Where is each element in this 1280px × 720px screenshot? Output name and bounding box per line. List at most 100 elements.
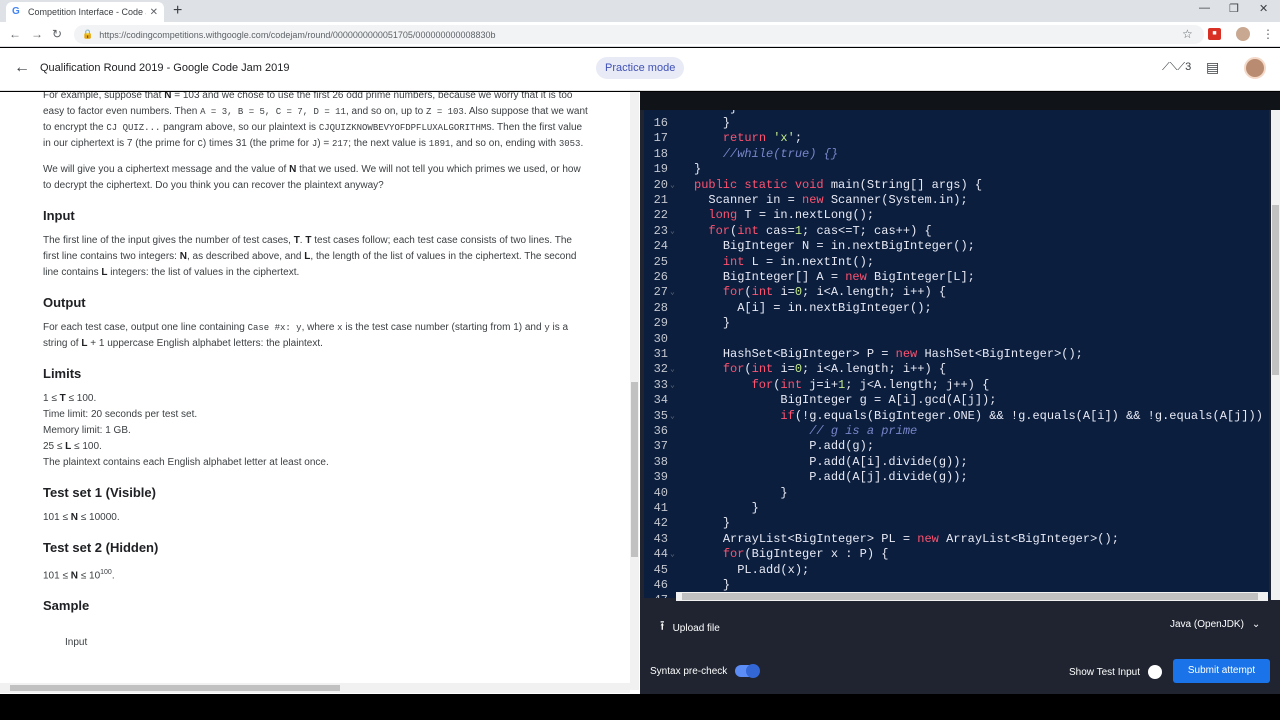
line-number: 23 bbox=[653, 223, 668, 238]
line-number: 41 bbox=[653, 501, 668, 515]
star-icon[interactable]: ☆ bbox=[1182, 27, 1193, 41]
code-line: 21 Scanner in = new Scanner(System.in); bbox=[644, 193, 1269, 208]
forward-arrow-icon[interactable]: → bbox=[31, 27, 43, 41]
line-number: 26 bbox=[653, 270, 668, 284]
code-line: 37 P.add(g); bbox=[644, 439, 1269, 454]
statement-paragraph: We will give you a ciphertext message an… bbox=[43, 164, 581, 191]
fold-arrow-icon[interactable]: ⌄ bbox=[670, 285, 675, 300]
code-line: 18 //while(true) {} bbox=[644, 147, 1269, 162]
reload-icon[interactable]: ↻ bbox=[52, 27, 62, 41]
code-text: P.add(g); bbox=[809, 439, 875, 454]
fold-arrow-icon[interactable]: ⌄ bbox=[670, 547, 675, 562]
code-text: P.add(A[i].divide(g)); bbox=[809, 454, 968, 469]
code-line: 25 int L = in.nextInt(); bbox=[644, 255, 1269, 270]
code-text: for(int i=0; i<A.length; i++) { bbox=[722, 285, 947, 300]
menu-icon[interactable]: ⋮ bbox=[1262, 27, 1274, 41]
code-line: 29 } bbox=[644, 316, 1269, 331]
code-line: 28 A[i] = in.nextBigInteger(); bbox=[644, 301, 1269, 316]
code-text: for(int i=0; i<A.length; i++) { bbox=[722, 362, 947, 377]
language-label: Java (OpenJDK) bbox=[1170, 619, 1244, 630]
back-arrow-icon[interactable]: ← bbox=[9, 27, 21, 41]
minimize-icon[interactable]: — bbox=[1199, 2, 1210, 14]
back-arrow-icon[interactable]: ← bbox=[14, 59, 30, 77]
page-title: Qualification Round 2019 - Google Code J… bbox=[40, 62, 290, 74]
code-line: 22 long T = in.nextLong(); bbox=[644, 208, 1269, 223]
code-text: PL.add(x); bbox=[737, 562, 810, 577]
code-text: BigInteger g = A[i].gcd(A[j]); bbox=[780, 393, 997, 408]
code-text: int L = in.nextInt(); bbox=[722, 254, 875, 269]
code-line: 16 } bbox=[644, 116, 1269, 131]
code-line: 36 // g is a prime bbox=[644, 424, 1269, 439]
trend-icon[interactable]: ⟋⟍⟋3 bbox=[1162, 61, 1191, 74]
code-text: //while(true) {} bbox=[722, 146, 839, 161]
line-number: 22 bbox=[653, 208, 668, 223]
language-select[interactable]: Java (OpenJDK) ⌄ bbox=[1170, 619, 1260, 630]
browser-tabstrip: G Competition Interface - Code Jam ✕ + —… bbox=[0, 0, 1280, 22]
problem-horizontal-scrollbar[interactable] bbox=[0, 683, 630, 693]
code-line: 27 ⌄ for(int i=0; i<A.length; i++) { bbox=[644, 285, 1269, 300]
code-line: 42 } bbox=[644, 516, 1269, 531]
chat-icon[interactable]: ▤ bbox=[1206, 59, 1219, 76]
code-editor[interactable]: } 16 }17 return 'x';18 //while(true) {}1… bbox=[644, 110, 1269, 598]
test-set-1-limits: 101 ≤ N ≤ 10000. bbox=[43, 512, 120, 523]
code-text: for(int cas=1; cas<=T; cas++) { bbox=[708, 223, 932, 238]
line-number: 35 bbox=[653, 408, 668, 423]
problem-vertical-scrollbar[interactable] bbox=[630, 92, 639, 690]
line-number: 25 bbox=[653, 254, 668, 269]
code-line: 44 ⌄ for(BigInteger x : P) { bbox=[644, 547, 1269, 562]
line-number: 40 bbox=[653, 485, 668, 500]
line-number: 33 bbox=[653, 377, 668, 392]
line-number: 20 bbox=[653, 177, 668, 192]
input-heading: Input bbox=[43, 208, 75, 223]
fold-arrow-icon[interactable]: ⌄ bbox=[670, 224, 675, 239]
code-text: } bbox=[722, 516, 731, 531]
code-text: public static void main(String[] args) { bbox=[694, 177, 983, 192]
extension-icon[interactable]: ■ bbox=[1208, 28, 1221, 40]
submit-attempt-button[interactable]: Submit attempt bbox=[1173, 659, 1270, 683]
code-text: ArrayList<BigInteger> PL = new ArrayList… bbox=[722, 531, 1119, 546]
address-bar[interactable]: 🔒 https://codingcompetitions.withgoogle.… bbox=[74, 25, 1204, 44]
code-line: 43 ArrayList<BigInteger> PL = new ArrayL… bbox=[644, 532, 1269, 547]
profile-avatar[interactable] bbox=[1236, 27, 1250, 41]
lock-icon: 🔒 bbox=[82, 29, 94, 39]
close-icon[interactable]: ✕ bbox=[150, 7, 158, 18]
show-test-input: Show Test Input bbox=[1069, 665, 1162, 679]
editor-horizontal-scrollbar[interactable] bbox=[676, 592, 1268, 601]
fold-arrow-icon[interactable]: ⌄ bbox=[670, 178, 675, 193]
line-number: 46 bbox=[653, 578, 668, 592]
show-test-input-toggle[interactable] bbox=[1147, 665, 1162, 679]
sample-heading: Sample bbox=[43, 598, 90, 614]
output-description: For each test case, output one line cont… bbox=[43, 322, 569, 349]
line-number: 38 bbox=[653, 454, 668, 469]
code-line: 32 ⌄ for(int i=0; i<A.length; i++) { bbox=[644, 362, 1269, 377]
editor-vertical-scrollbar[interactable] bbox=[1271, 110, 1280, 600]
line-number: 32 bbox=[653, 362, 668, 377]
code-line: 17 return 'x'; bbox=[644, 131, 1269, 146]
fold-arrow-icon[interactable]: ⌄ bbox=[670, 362, 675, 377]
window-close-icon[interactable]: ✕ bbox=[1259, 2, 1268, 15]
syntax-precheck-toggle[interactable] bbox=[735, 664, 761, 678]
maximize-icon[interactable]: ❐ bbox=[1229, 2, 1239, 15]
code-line: 45 PL.add(x); bbox=[644, 563, 1269, 578]
input-description: The first line of the input gives the nu… bbox=[43, 235, 577, 278]
code-line: 19} bbox=[644, 162, 1269, 177]
code-text: P.add(A[j].divide(g)); bbox=[809, 470, 968, 485]
google-favicon-icon: G bbox=[12, 6, 20, 17]
code-text: } bbox=[722, 316, 731, 331]
code-line: 31 HashSet<BigInteger> P = new HashSet<B… bbox=[644, 347, 1269, 362]
line-number: 42 bbox=[653, 516, 668, 531]
code-text: // g is a prime bbox=[809, 424, 918, 438]
practice-mode-badge: Practice mode bbox=[596, 57, 685, 79]
browser-tab[interactable]: G Competition Interface - Code Jam ✕ bbox=[6, 2, 164, 22]
tab-title: Competition Interface - Code Jam bbox=[28, 7, 146, 17]
fold-arrow-icon[interactable]: ⌄ bbox=[670, 378, 675, 393]
line-number: 30 bbox=[653, 331, 668, 346]
new-tab-icon[interactable]: + bbox=[173, 2, 182, 20]
line-number: 16 bbox=[653, 116, 668, 130]
line-number: 36 bbox=[653, 424, 668, 438]
code-text: Scanner in = new Scanner(System.in); bbox=[708, 193, 968, 207]
output-heading: Output bbox=[43, 295, 86, 310]
fold-arrow-icon[interactable]: ⌄ bbox=[670, 409, 675, 424]
avatar[interactable] bbox=[1244, 57, 1266, 79]
upload-file-button[interactable]: ⭱ Upload file bbox=[660, 617, 720, 639]
